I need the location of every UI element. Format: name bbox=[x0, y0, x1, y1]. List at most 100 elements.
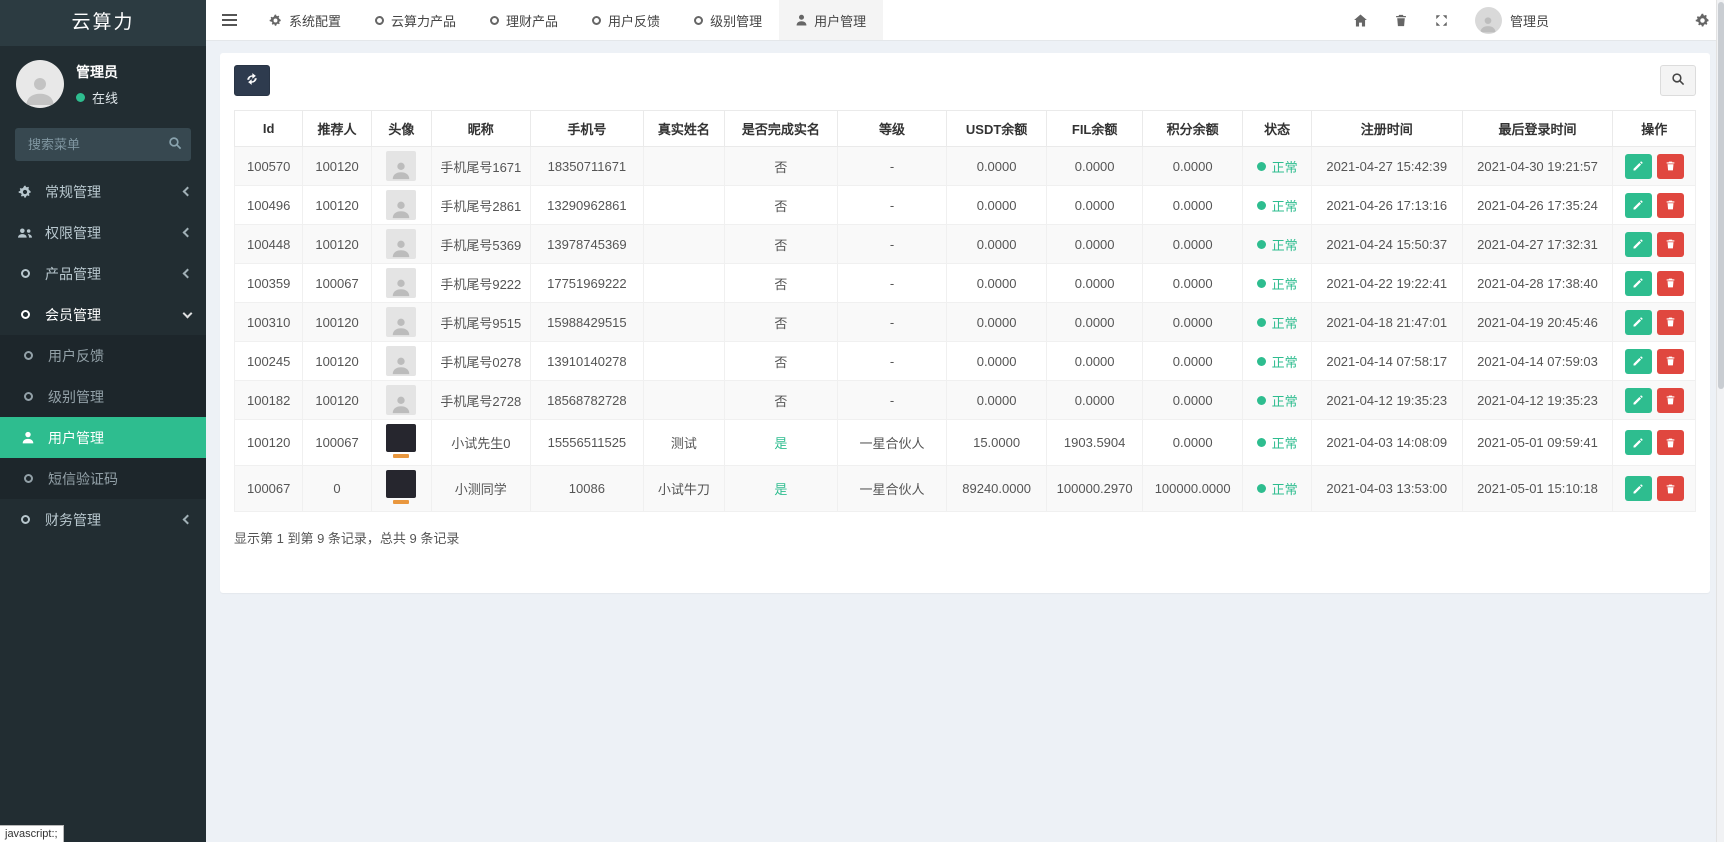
status-badge: 正常 bbox=[1256, 479, 1298, 498]
cell-status: 正常 bbox=[1242, 185, 1312, 225]
cell-fil-balance: 0.0000 bbox=[1046, 380, 1143, 420]
user-avatar-placeholder bbox=[386, 151, 417, 181]
column-header-register-time: 注册时间 bbox=[1310, 110, 1463, 147]
cell-points-balance: 0.0000 bbox=[1141, 146, 1244, 186]
cell-real-name bbox=[643, 263, 725, 303]
cell-phone: 10086 bbox=[529, 465, 645, 512]
delete-button[interactable] bbox=[1656, 430, 1684, 455]
cell-status: 正常 bbox=[1242, 465, 1312, 512]
cell-actions bbox=[1612, 302, 1696, 342]
search-icon bbox=[168, 136, 182, 155]
sidebar-item-user-management[interactable]: 用户管理 bbox=[0, 417, 206, 458]
cell-points-balance: 100000.0000 bbox=[1141, 465, 1244, 512]
cell-fil-balance: 0.0000 bbox=[1046, 224, 1143, 264]
edit-button[interactable] bbox=[1624, 476, 1652, 501]
tab-level-management[interactable]: 级别管理 bbox=[677, 0, 779, 40]
cell-points-balance: 0.0000 bbox=[1141, 185, 1244, 225]
cell-usdt-balance: 0.0000 bbox=[945, 224, 1048, 264]
edit-button[interactable] bbox=[1624, 231, 1652, 257]
chevron-down-icon bbox=[182, 308, 193, 318]
sidebar-item-member-management[interactable]: 会员管理 bbox=[0, 294, 206, 335]
sidebar-item-general-management[interactable]: 常规管理 bbox=[0, 171, 206, 212]
column-header-nickname: 昵称 bbox=[431, 110, 531, 147]
cell-status: 正常 bbox=[1242, 341, 1312, 381]
delete-button[interactable] bbox=[1656, 387, 1684, 413]
delete-button[interactable] bbox=[1656, 192, 1684, 218]
cell-id: 100359 bbox=[233, 263, 304, 303]
sidebar-item-sms-code[interactable]: 短信验证码 bbox=[0, 458, 206, 499]
delete-button[interactable] bbox=[1656, 231, 1684, 257]
cell-referrer: 100120 bbox=[302, 224, 372, 264]
fullscreen-icon[interactable] bbox=[1434, 13, 1449, 28]
delete-button[interactable] bbox=[1656, 153, 1684, 179]
edit-button[interactable] bbox=[1624, 192, 1652, 218]
scrollbar-thumb[interactable] bbox=[1718, 2, 1724, 390]
column-header-usdt-balance: USDT余额 bbox=[945, 110, 1048, 147]
tab-system-config[interactable]: 系统配置 bbox=[252, 0, 358, 40]
cell-avatar bbox=[370, 302, 433, 342]
navbar-user-menu[interactable]: 管理员 bbox=[1474, 6, 1549, 34]
edit-button[interactable] bbox=[1624, 430, 1652, 455]
cell-id: 100448 bbox=[233, 224, 304, 264]
edit-button[interactable] bbox=[1624, 153, 1652, 179]
edit-button[interactable] bbox=[1624, 309, 1652, 335]
hamburger-menu-icon[interactable] bbox=[206, 0, 252, 40]
tab-user-management[interactable]: 用户管理 bbox=[779, 0, 884, 40]
table-row: 100570 100120 手机尾号1671 18350711671 否 -0.0000… bbox=[233, 146, 1696, 186]
table-row: 100359 100067 手机尾号9222 17751969222 否 -0.0000… bbox=[233, 263, 1696, 303]
row-actions bbox=[1624, 270, 1684, 296]
cell-last-login-time: 2021-04-28 17:38:40 bbox=[1461, 263, 1614, 303]
cell-nickname: 手机尾号1671 bbox=[431, 146, 531, 186]
edit-button[interactable] bbox=[1624, 270, 1652, 296]
sidebar-item-label: 级别管理 bbox=[48, 388, 104, 405]
settings-gears-icon[interactable] bbox=[1695, 13, 1710, 28]
tab-wealth-products[interactable]: 理财产品 bbox=[473, 0, 575, 40]
edit-button[interactable] bbox=[1624, 348, 1652, 374]
cell-verified: 否 bbox=[723, 341, 839, 381]
cell-usdt-balance: 0.0000 bbox=[945, 380, 1048, 420]
cell-verified: 否 bbox=[723, 224, 839, 264]
scrollbar[interactable] bbox=[1716, 0, 1724, 842]
delete-button[interactable] bbox=[1656, 348, 1684, 374]
users-icon bbox=[15, 227, 35, 239]
column-header-phone: 手机号 bbox=[529, 110, 645, 147]
status-dot-icon bbox=[1256, 356, 1266, 366]
cell-actions bbox=[1612, 146, 1696, 186]
cell-actions bbox=[1612, 341, 1696, 381]
chevron-left-icon bbox=[182, 227, 193, 238]
cell-real-name bbox=[643, 302, 725, 342]
row-actions bbox=[1624, 430, 1684, 455]
user-avatar-image bbox=[386, 470, 417, 504]
sidebar-item-finance-management[interactable]: 财务管理 bbox=[0, 499, 206, 540]
status-badge: 正常 bbox=[1256, 274, 1298, 293]
sidebar-search-input[interactable] bbox=[15, 128, 191, 161]
user-avatar-placeholder bbox=[386, 190, 417, 220]
cell-register-time: 2021-04-22 19:22:41 bbox=[1310, 263, 1463, 303]
cell-real-name: 小试牛刀 bbox=[643, 465, 725, 512]
delete-button[interactable] bbox=[1656, 476, 1684, 501]
sidebar-item-permission-management[interactable]: 权限管理 bbox=[0, 212, 206, 253]
trash-icon[interactable] bbox=[1394, 13, 1408, 28]
home-icon[interactable] bbox=[1353, 13, 1368, 28]
cell-usdt-balance: 89240.0000 bbox=[945, 465, 1048, 512]
refresh-button[interactable] bbox=[234, 65, 270, 96]
row-actions bbox=[1624, 192, 1684, 218]
status-label: 正常 bbox=[1271, 354, 1298, 370]
delete-button[interactable] bbox=[1656, 309, 1684, 335]
sidebar-item-user-feedback[interactable]: 用户反馈 bbox=[0, 335, 206, 376]
status-dot-icon bbox=[1256, 161, 1266, 171]
cell-verified: 否 bbox=[723, 302, 839, 342]
sidebar-item-level-management[interactable]: 级别管理 bbox=[0, 376, 206, 417]
tab-user-feedback[interactable]: 用户反馈 bbox=[575, 0, 677, 40]
sidebar-user-avatar bbox=[16, 60, 64, 108]
cell-fil-balance: 0.0000 bbox=[1046, 341, 1143, 381]
sidebar-item-product-management[interactable]: 产品管理 bbox=[0, 253, 206, 294]
cell-referrer: 100067 bbox=[302, 263, 372, 303]
cell-fil-balance: 0.0000 bbox=[1046, 302, 1143, 342]
table-search-button[interactable] bbox=[1660, 65, 1696, 96]
user-avatar-placeholder bbox=[386, 229, 417, 259]
cell-real-name bbox=[643, 341, 725, 381]
delete-button[interactable] bbox=[1656, 270, 1684, 296]
edit-button[interactable] bbox=[1624, 387, 1652, 413]
tab-cloud-power-products[interactable]: 云算力产品 bbox=[358, 0, 473, 40]
